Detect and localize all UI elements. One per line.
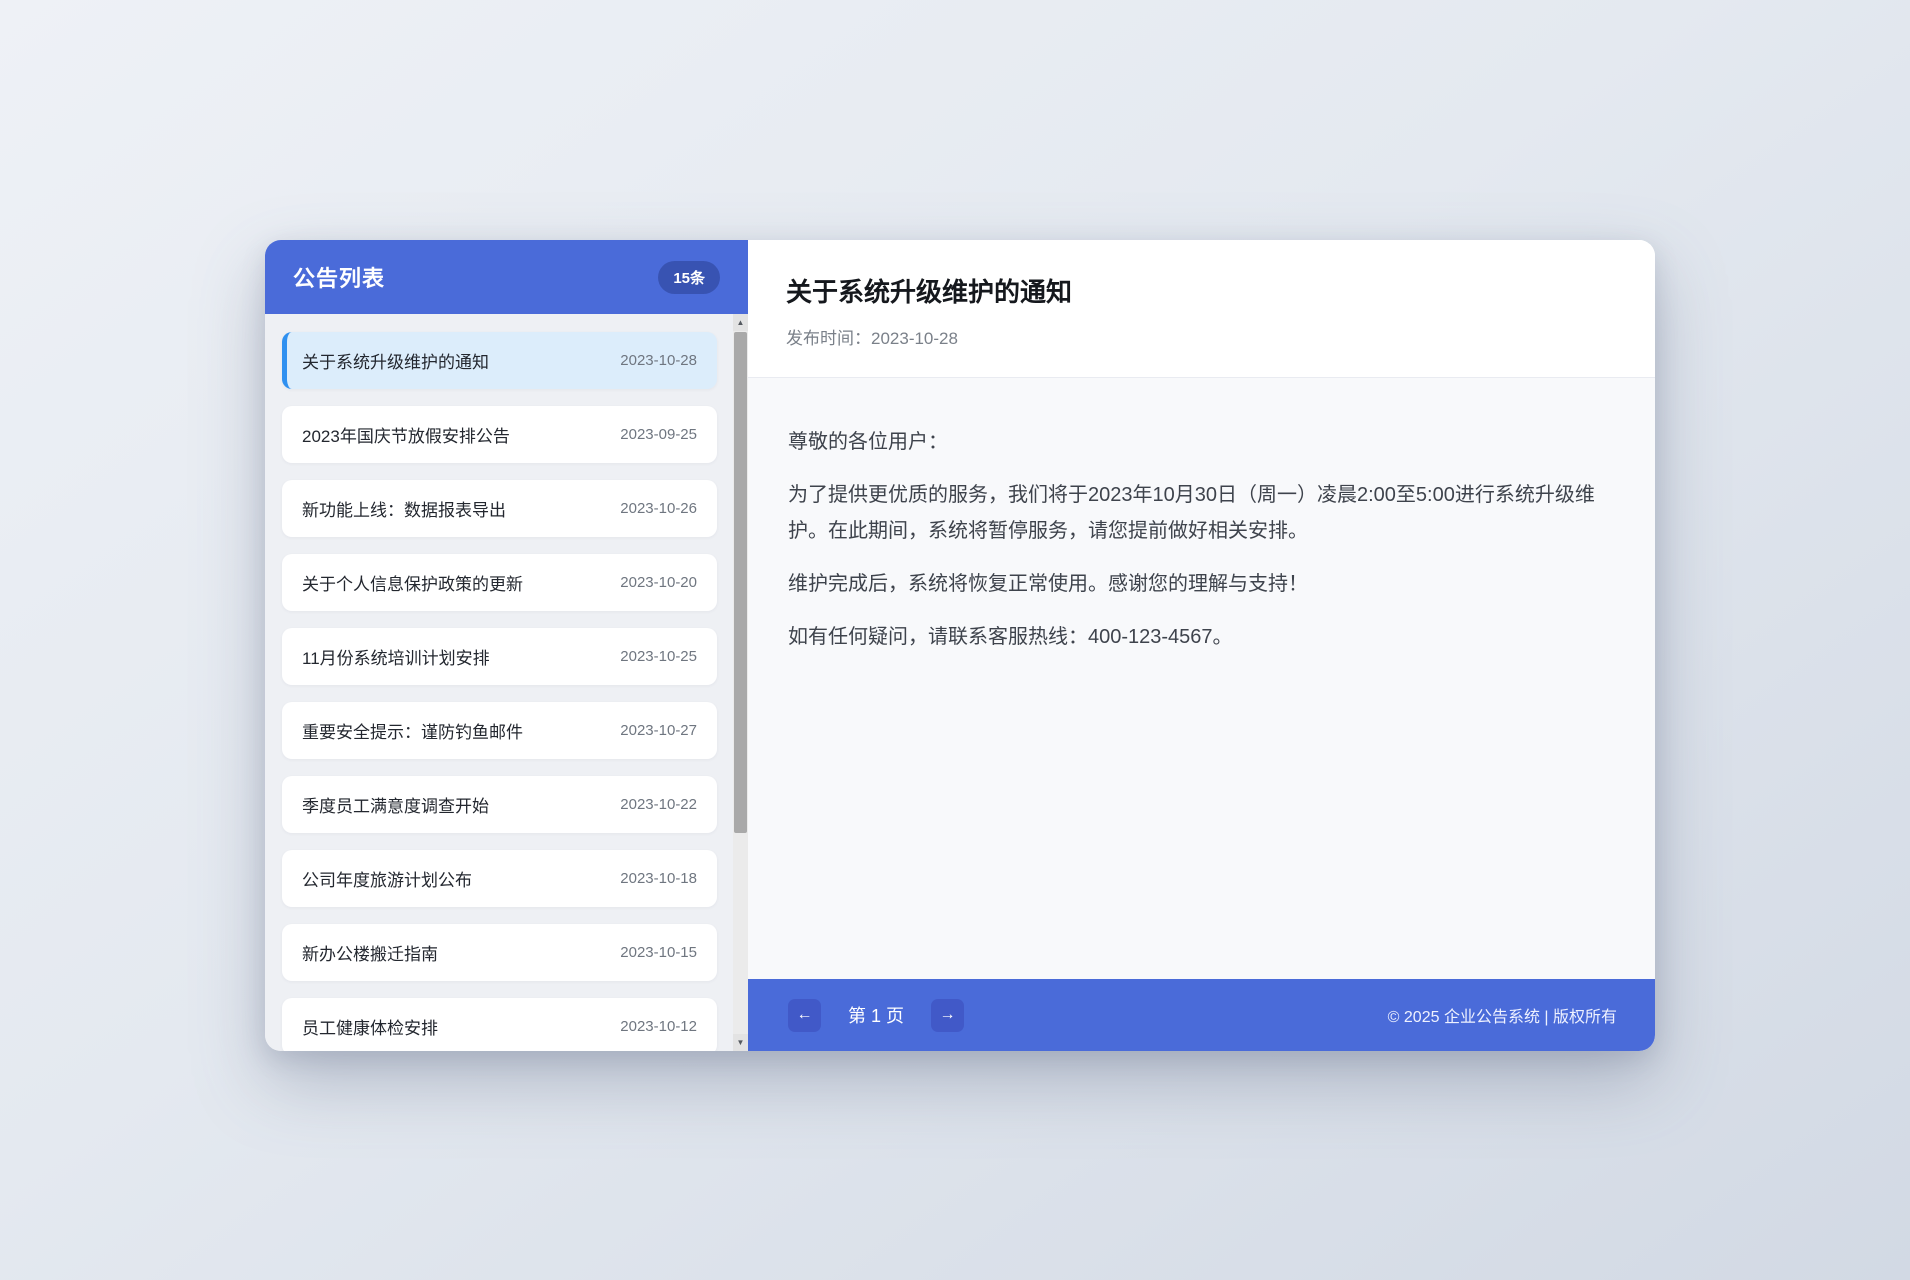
prev-page-button[interactable]: ← [788, 999, 821, 1032]
list-item[interactable]: 新办公楼搬迁指南 2023-10-15 [282, 924, 717, 981]
list-item-title: 新办公楼搬迁指南 [302, 940, 438, 965]
announcement-list: 关于系统升级维护的通知 2023-10-28 2023年国庆节放假安排公告 20… [265, 314, 733, 1051]
list-item-date: 2023-10-27 [620, 722, 697, 739]
list-item-date: 2023-09-25 [620, 426, 697, 443]
scrollbar-thumb[interactable] [734, 332, 747, 833]
list-item-date: 2023-10-28 [620, 352, 697, 369]
copyright-text: © 2025 企业公告系统 | 版权所有 [1388, 1003, 1617, 1027]
detail-header: 关于系统升级维护的通知 发布时间：2023-10-28 [748, 240, 1655, 377]
detail-paragraph: 维护完成后，系统将恢复正常使用。感谢您的理解与支持！ [788, 566, 1615, 602]
list-item-date: 2023-10-20 [620, 574, 697, 591]
list-item-title: 季度员工满意度调查开始 [302, 792, 489, 817]
list-item-title: 11月份系统培训计划安排 [302, 644, 490, 669]
detail-paragraph: 尊敬的各位用户： [788, 424, 1615, 460]
detail-publish-date: 发布时间：2023-10-28 [786, 324, 1617, 349]
list-item[interactable]: 重要安全提示：谨防钓鱼邮件 2023-10-27 [282, 702, 717, 759]
list-item-title: 公司年度旅游计划公布 [302, 866, 472, 891]
list-item-title: 关于系统升级维护的通知 [302, 348, 489, 373]
list-item-date: 2023-10-18 [620, 870, 697, 887]
list-item-date: 2023-10-12 [620, 1018, 697, 1035]
list-item-title: 新功能上线：数据报表导出 [302, 496, 506, 521]
sidebar-header: 公告列表 15条 [265, 240, 748, 314]
list-item[interactable]: 11月份系统培训计划安排 2023-10-25 [282, 628, 717, 685]
detail-paragraph: 如有任何疑问，请联系客服热线：400-123-4567。 [788, 619, 1615, 655]
detail-paragraph: 为了提供更优质的服务，我们将于2023年10月30日（周一）凌晨2:00至5:0… [788, 477, 1615, 549]
list-item-title: 员工健康体检安排 [302, 1014, 438, 1039]
list-item[interactable]: 新功能上线：数据报表导出 2023-10-26 [282, 480, 717, 537]
sidebar: 公告列表 15条 关于系统升级维护的通知 2023-10-28 2023年国庆节… [265, 240, 748, 1051]
next-page-button[interactable]: → [931, 999, 964, 1032]
list-item[interactable]: 关于系统升级维护的通知 2023-10-28 [282, 332, 717, 389]
list-item-title: 重要安全提示：谨防钓鱼邮件 [302, 718, 523, 743]
scrollbar-up-arrow-icon[interactable]: ▲ [733, 314, 748, 331]
list-item-title: 2023年国庆节放假安排公告 [302, 422, 510, 447]
list-item[interactable]: 公司年度旅游计划公布 2023-10-18 [282, 850, 717, 907]
list-item-date: 2023-10-15 [620, 944, 697, 961]
footer-bar: ← 第 1 页 → © 2025 企业公告系统 | 版权所有 [748, 979, 1655, 1051]
list-item-date: 2023-10-26 [620, 500, 697, 517]
sidebar-content: 关于系统升级维护的通知 2023-10-28 2023年国庆节放假安排公告 20… [265, 314, 748, 1051]
announcement-count-badge: 15条 [658, 261, 720, 294]
scrollbar-down-arrow-icon[interactable]: ▼ [733, 1034, 748, 1051]
list-item[interactable]: 2023年国庆节放假安排公告 2023-09-25 [282, 406, 717, 463]
detail-panel: 关于系统升级维护的通知 发布时间：2023-10-28 尊敬的各位用户： 为了提… [748, 240, 1655, 1051]
page-indicator: 第 1 页 [848, 1002, 904, 1028]
list-item-date: 2023-10-22 [620, 796, 697, 813]
list-scrollbar[interactable]: ▲ ▼ [733, 314, 748, 1051]
list-item-title: 关于个人信息保护政策的更新 [302, 570, 523, 595]
detail-title: 关于系统升级维护的通知 [786, 272, 1617, 309]
sidebar-title: 公告列表 [293, 261, 385, 293]
list-item[interactable]: 季度员工满意度调查开始 2023-10-22 [282, 776, 717, 833]
detail-body: 尊敬的各位用户： 为了提供更优质的服务，我们将于2023年10月30日（周一）凌… [748, 377, 1655, 979]
announcement-app-card: 公告列表 15条 关于系统升级维护的通知 2023-10-28 2023年国庆节… [265, 240, 1655, 1051]
list-item[interactable]: 关于个人信息保护政策的更新 2023-10-20 [282, 554, 717, 611]
list-item[interactable]: 员工健康体检安排 2023-10-12 [282, 998, 717, 1051]
list-item-date: 2023-10-25 [620, 648, 697, 665]
pager: ← 第 1 页 → [788, 999, 964, 1032]
